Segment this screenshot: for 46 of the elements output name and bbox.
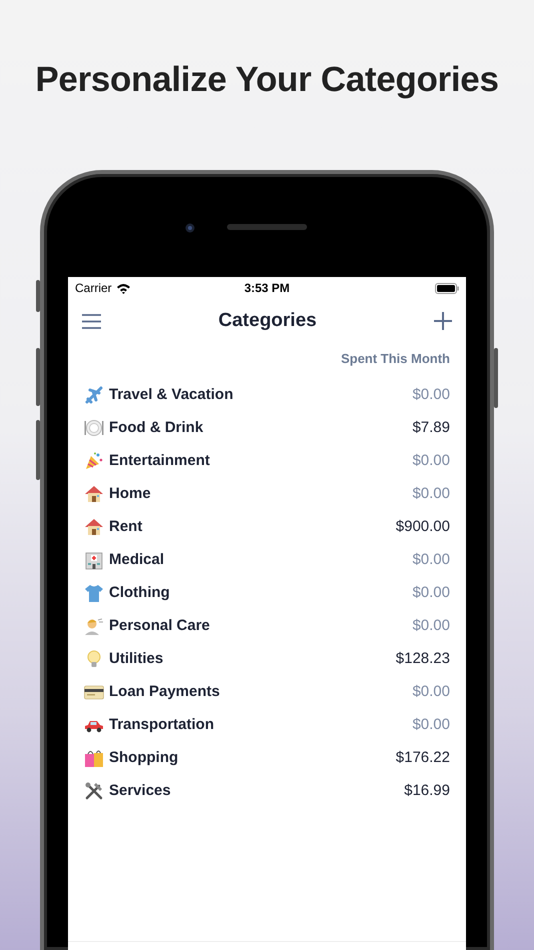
party-popper-icon	[84, 450, 104, 471]
wifi-icon	[116, 282, 131, 294]
add-icon[interactable]	[434, 312, 452, 330]
category-name[interactable]: Entertainment	[109, 452, 412, 470]
category-name[interactable]: Travel & Vacation	[109, 386, 412, 404]
amount: $16.99	[404, 782, 450, 800]
amount: $7.89	[412, 419, 450, 436]
tools-icon	[84, 780, 104, 801]
person-icon	[84, 616, 104, 636]
amount: $0.00	[412, 386, 450, 404]
amount: $0.00	[412, 683, 450, 700]
category-name[interactable]: Services	[109, 782, 404, 800]
menu-icon[interactable]	[82, 314, 101, 329]
category-name[interactable]: Utilities	[109, 650, 396, 668]
carrier-label: Carrier	[75, 281, 112, 296]
screen-title: Categories	[217, 310, 318, 332]
column-header: Spent This Month	[340, 351, 450, 368]
amount: $0.00	[412, 452, 450, 470]
category-name[interactable]: Transportation	[109, 716, 412, 734]
amount: $0.00	[412, 584, 450, 602]
amount: $900.00	[396, 518, 450, 536]
category-name[interactable]: Shopping	[109, 749, 396, 766]
category-name[interactable]: Rent	[109, 518, 396, 536]
amount: $0.00	[412, 617, 450, 634]
house-icon	[84, 516, 104, 537]
airplane-icon	[84, 384, 104, 405]
battery-icon	[435, 282, 460, 294]
camera-icon	[185, 223, 195, 234]
category-name[interactable]: Food & Drink	[109, 419, 412, 436]
amount: $128.23	[396, 650, 450, 668]
amount: $176.22	[396, 749, 450, 766]
clock: 3:53 PM	[244, 281, 290, 296]
headline: Personalize Your Categories	[35, 60, 499, 101]
plate-icon	[84, 418, 104, 438]
category-name[interactable]: Home	[109, 485, 412, 502]
hospital-icon	[84, 550, 104, 570]
shopping-bags-icon	[84, 748, 104, 768]
amount: $0.00	[412, 485, 450, 502]
shirt-icon	[84, 582, 104, 603]
category-name[interactable]: Loan Payments	[109, 683, 412, 700]
amount: $0.00	[412, 716, 450, 734]
amount: $0.00	[412, 551, 450, 568]
category-name[interactable]: Medical	[109, 551, 412, 568]
category-name[interactable]: Personal Care	[109, 617, 412, 634]
category-name[interactable]: Clothing	[109, 584, 412, 602]
house-icon	[84, 484, 104, 504]
